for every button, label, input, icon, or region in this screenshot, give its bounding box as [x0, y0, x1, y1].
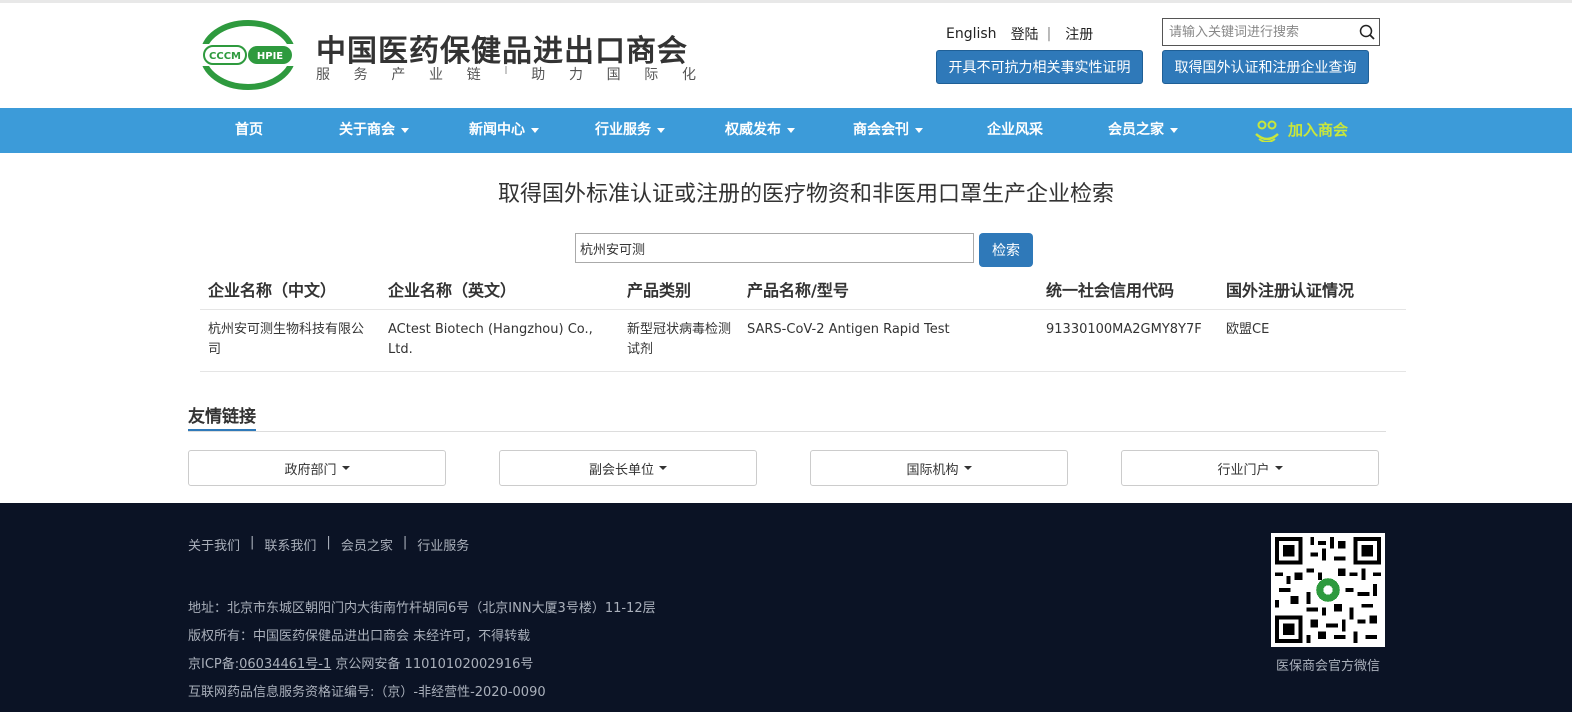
link-separator: | — [1046, 26, 1052, 42]
cell-product-category: 新型冠状病毒检测试剂 — [619, 309, 739, 372]
column-header: 企业名称（英文） — [380, 270, 619, 310]
nav-item-about[interactable]: 关于商会 — [339, 108, 409, 153]
login-link[interactable]: 登陆 — [1011, 24, 1039, 44]
chevron-down-icon — [1170, 127, 1178, 133]
nav-item-enterprise[interactable]: 企业风采 — [987, 108, 1043, 153]
chevron-down-icon — [531, 127, 539, 133]
nav-item-join[interactable]: 加入商会 — [1288, 108, 1348, 153]
column-header: 统一社会信用代码 — [1038, 270, 1218, 310]
cccm-hpie-logo[interactable]: CCCM HPIE — [200, 20, 296, 90]
svg-text:CCCM: CCCM — [209, 51, 241, 62]
column-header: 产品名称/型号 — [739, 270, 1038, 310]
chevron-down-icon — [401, 127, 409, 133]
nav-item-services[interactable]: 行业服务 — [595, 108, 665, 153]
chevron-down-icon — [657, 127, 665, 133]
cell-company-cn: 杭州安可测生物科技有限公司 — [200, 309, 380, 372]
chevron-down-icon — [915, 127, 923, 133]
footer-links: 关于我们 | 联系我们 | 会员之家 | 行业服务 — [188, 535, 469, 554]
column-header: 国外注册认证情况 — [1218, 270, 1406, 310]
register-link[interactable]: 注册 — [1065, 24, 1093, 44]
main-nav: 首页 关于商会 新闻中心 行业服务 权威发布 商会会刊 企业风采 会员之家 加入… — [0, 108, 1572, 153]
footer-copyright: 版权所有：中国医药保健品进出口商会 未经许可，不得转载 — [188, 629, 531, 644]
cell-certification: 欧盟CE — [1218, 309, 1406, 372]
title-underline — [188, 429, 256, 431]
company-search-input[interactable] — [575, 233, 974, 263]
qr-caption: 医保商会官方微信 — [1275, 659, 1380, 674]
icp-link[interactable]: 06034461号-1 — [239, 657, 331, 672]
caret-down-icon — [341, 466, 350, 470]
cell-company-en: ACtest Biotech (Hangzhou) Co., Ltd. — [380, 309, 619, 372]
nav-item-news[interactable]: 新闻中心 — [469, 108, 539, 153]
top-border — [0, 0, 1572, 3]
svg-text:HPIE: HPIE — [257, 51, 283, 62]
footer-link-services[interactable]: 行业服务 — [417, 535, 469, 554]
search-input[interactable] — [1163, 19, 1353, 45]
page-title: 取得国外标准认证或注册的医疗物资和非医用口罩生产企业检索 — [497, 182, 1114, 207]
nav-item-home[interactable]: 首页 — [235, 108, 263, 153]
results-table: 企业名称（中文） 企业名称（英文） 产品类别 产品名称/型号 统一社会信用代码 … — [200, 270, 1406, 372]
header-search — [1162, 18, 1380, 46]
people-icon — [1255, 120, 1279, 142]
force-majeure-certificate-button[interactable]: 开具不可抗力相关事实性证明 — [936, 50, 1143, 84]
column-header: 产品类别 — [619, 270, 739, 310]
search-icon[interactable] — [1359, 24, 1375, 40]
footer-license: 互联网药品信息服务资格证编号:（京）-非经营性-2020-0090 — [188, 685, 546, 700]
caret-down-icon — [1274, 466, 1283, 470]
column-header: 企业名称（中文） — [200, 270, 380, 310]
international-orgs-dropdown[interactable]: 国际机构 — [810, 450, 1068, 486]
site-slogan: 服 务 产 业 链 I 助 力 国 际 化 — [316, 64, 696, 83]
cell-product-name: SARS-CoV-2 Antigen Rapid Test — [739, 309, 1038, 372]
government-dropdown[interactable]: 政府部门 — [188, 450, 446, 486]
nav-item-journal[interactable]: 商会会刊 — [853, 108, 923, 153]
industry-portals-dropdown[interactable]: 行业门户 — [1121, 450, 1379, 486]
cell-credit-code: 91330100MA2GMY8Y7F — [1038, 309, 1218, 372]
chevron-down-icon — [787, 127, 795, 133]
caret-down-icon — [659, 466, 667, 470]
wechat-qr-code — [1271, 533, 1385, 647]
top-links: English 登陆 | 注册 — [946, 24, 1093, 44]
nav-item-members[interactable]: 会员之家 — [1108, 108, 1178, 153]
friendly-links-title: 友情链接 — [188, 407, 256, 427]
link-separator: | — [326, 535, 331, 550]
footer-icp: 京ICP备:06034461号-1 京公网安备 11010102002916号 — [188, 657, 534, 672]
footer-link-about[interactable]: 关于我们 — [188, 535, 240, 554]
link-separator: | — [250, 535, 255, 550]
divider — [188, 431, 1386, 432]
table-header-row: 企业名称（中文） 企业名称（英文） 产品类别 产品名称/型号 统一社会信用代码 … — [200, 270, 1406, 310]
caret-down-icon — [963, 466, 972, 470]
footer-link-members[interactable]: 会员之家 — [341, 535, 393, 554]
footer-address: 地址：北京市东城区朝阳门内大街南竹杆胡同6号（北京INN大厦3号楼）11-12层 — [188, 601, 656, 616]
footer-link-contact[interactable]: 联系我们 — [264, 535, 316, 554]
foreign-certification-query-button[interactable]: 取得国外认证和注册企业查询 — [1162, 50, 1369, 84]
nav-item-releases[interactable]: 权威发布 — [725, 108, 795, 153]
link-separator: | — [402, 535, 408, 550]
slogan-separator: I — [504, 64, 508, 77]
english-link[interactable]: English — [946, 26, 997, 42]
search-button[interactable]: 检索 — [979, 233, 1033, 267]
table-row: 杭州安可测生物科技有限公司 ACtest Biotech (Hangzhou) … — [200, 309, 1406, 372]
vice-president-units-dropdown[interactable]: 副会长单位 — [499, 450, 757, 486]
